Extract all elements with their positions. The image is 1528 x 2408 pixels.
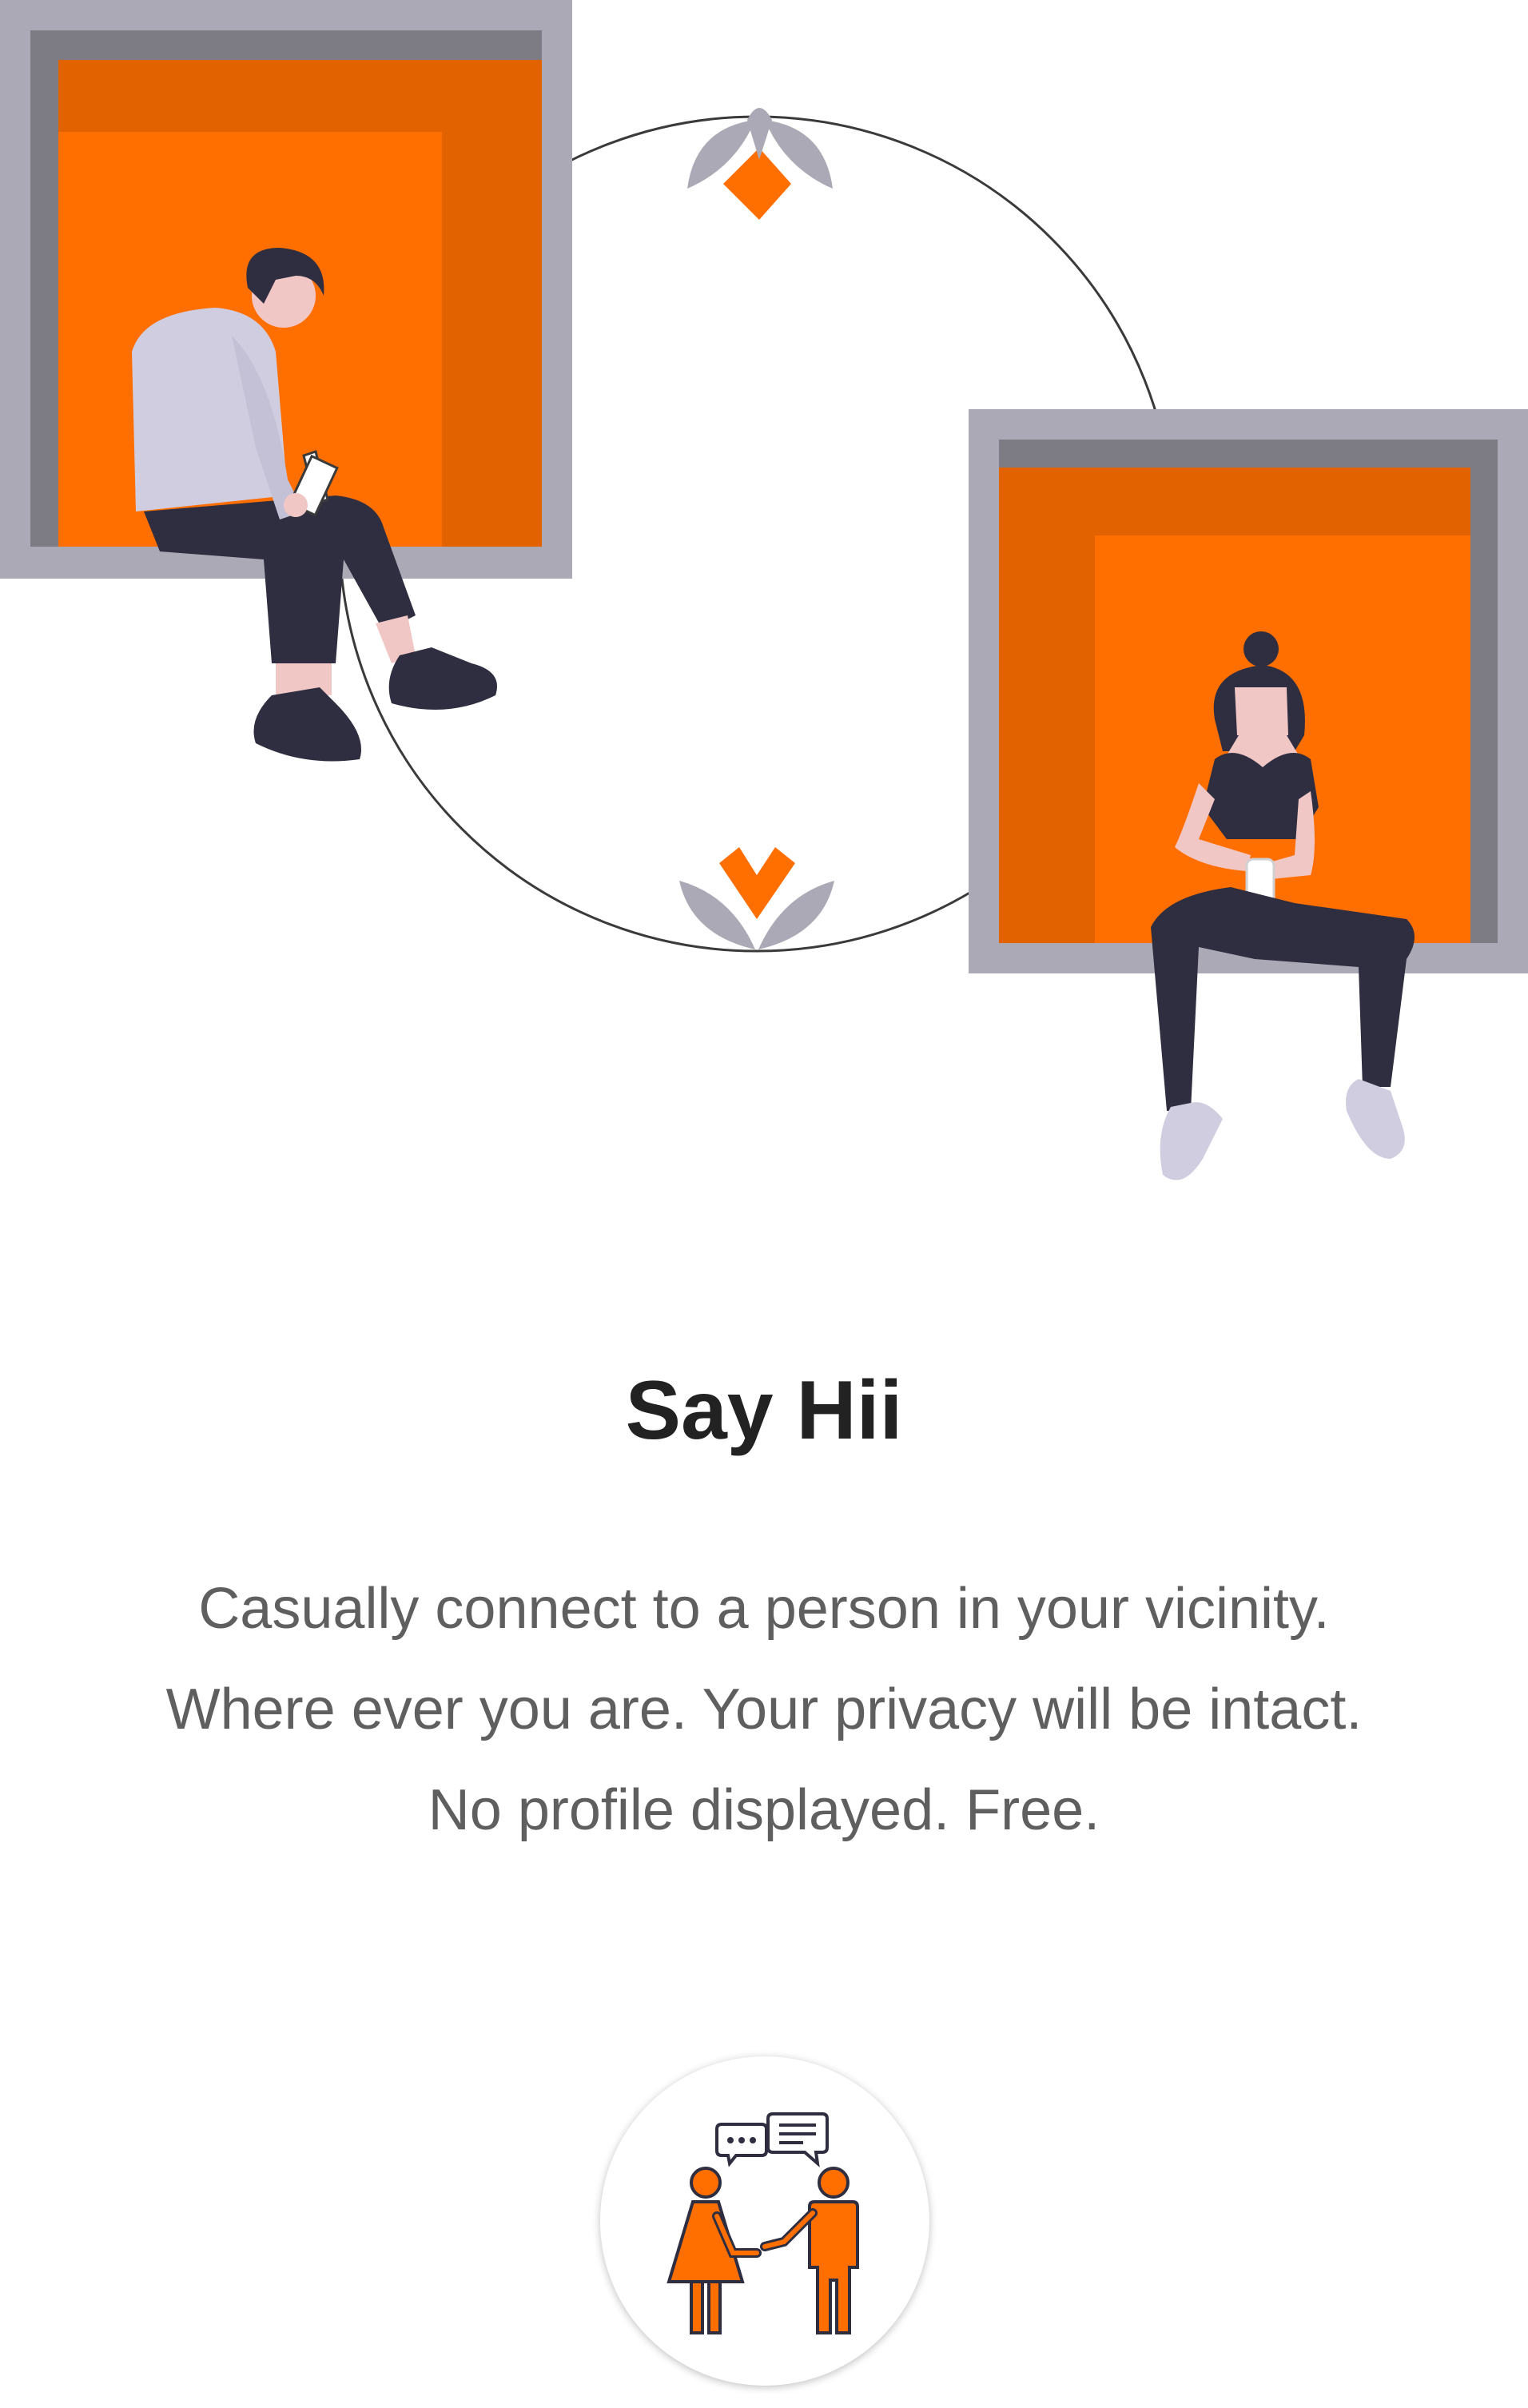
page-title: Say Hii [625, 1364, 903, 1457]
man-icon [760, 2167, 859, 2334]
description-line: Casually connect to a person in your vic… [198, 1577, 1330, 1641]
people-chatting-icon [667, 2112, 859, 2334]
speech-bubble-lines-icon [766, 2112, 829, 2168]
connect-people-button[interactable] [600, 2056, 929, 2386]
description-text: Casually connect to a person in your vic… [0, 1558, 1528, 1861]
woman-icon [667, 2167, 762, 2334]
lotus-top-icon [687, 108, 833, 220]
lotus-bottom-icon [679, 847, 834, 949]
speech-bubble-dots-icon [715, 2123, 768, 2167]
description-line: Where ever you are. Your privacy will be… [165, 1678, 1363, 1741]
two-people-in-windows-illustration [0, 0, 1528, 1180]
description-line: No profile displayed. Free. [428, 1778, 1100, 1842]
